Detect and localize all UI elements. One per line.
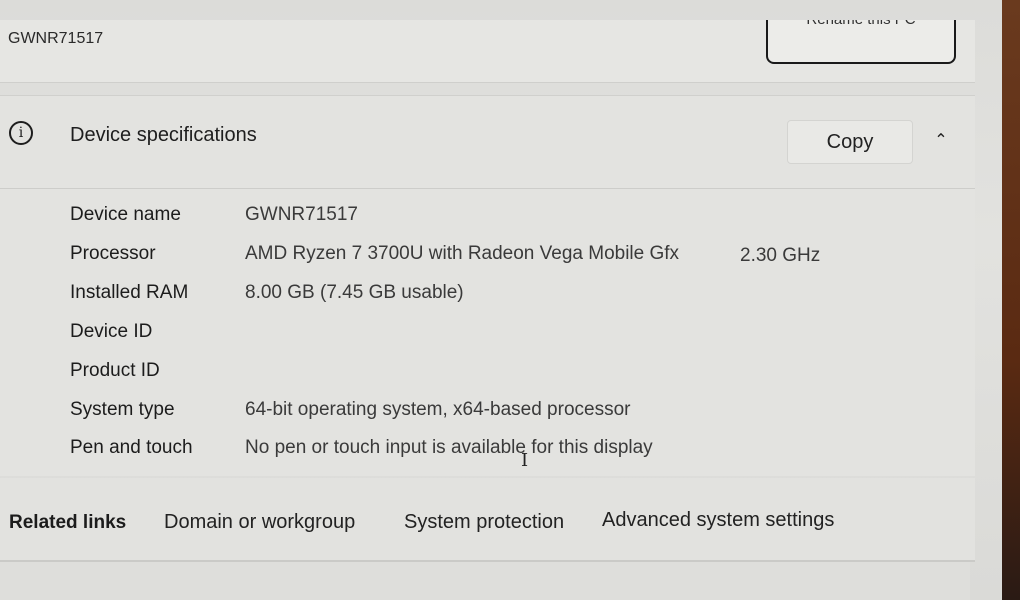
spec-label: System type (70, 399, 175, 420)
pc-name: GWNR71517 (8, 30, 104, 47)
rename-pc-button[interactable]: Rename this PC (766, 20, 956, 64)
spec-label: Product ID (70, 360, 160, 381)
device-specifications-card: i Device specifications Copy ⌃ Device na… (0, 95, 975, 476)
text-cursor-icon: I (521, 450, 529, 471)
spec-value: GWNR71517 (245, 204, 358, 225)
spec-value: 64-bit operating system, x64-based proce… (245, 399, 631, 420)
spec-clock-speed: 2.30 GHz (740, 245, 821, 266)
spec-row-pen-and-touch: Pen and touch No pen or touch input is a… (70, 437, 950, 467)
screen-bezel (1002, 0, 1020, 600)
copy-button[interactable]: Copy (787, 120, 913, 164)
spec-row-device-name: Device name GWNR71517 (70, 204, 950, 234)
link-domain-or-workgroup[interactable]: Domain or workgroup (164, 511, 355, 534)
rename-pc-label: Rename this PC (806, 20, 915, 28)
device-specifications-header[interactable]: i Device specifications Copy ⌃ (0, 96, 975, 189)
spec-label: Installed RAM (70, 282, 189, 303)
spec-value: No pen or touch input is available for t… (245, 437, 653, 458)
link-advanced-system-settings[interactable]: Advanced system settings (602, 509, 834, 532)
link-system-protection[interactable]: System protection (404, 511, 564, 534)
related-links-title: Related links (9, 512, 127, 533)
spec-label: Pen and touch (70, 437, 193, 458)
spec-label: Device name (70, 204, 181, 225)
section-title: Device specifications (70, 124, 257, 146)
related-links-bar: Related links Domain or workgroup System… (0, 478, 975, 562)
settings-window: GWNR71517 Rename this PC i Device specif… (0, 0, 1002, 600)
spec-value: AMD Ryzen 7 3700U with Radeon Vega Mobil… (245, 243, 680, 264)
spec-row-device-id: Device ID (70, 321, 950, 351)
spec-value: 8.00 GB (7.45 GB usable) (245, 282, 464, 303)
next-card (0, 562, 970, 600)
chevron-up-icon[interactable]: ⌃ (930, 130, 952, 152)
spec-row-product-id: Product ID (70, 360, 950, 390)
spec-row-system-type: System type 64-bit operating system, x64… (70, 399, 950, 429)
spec-label: Device ID (70, 321, 153, 342)
spec-row-installed-ram: Installed RAM 8.00 GB (7.45 GB usable) (70, 282, 950, 312)
info-icon: i (9, 121, 33, 145)
spec-label: Processor (70, 243, 156, 264)
spec-row-processor: Processor AMD Ryzen 7 3700U with Radeon … (70, 243, 950, 273)
